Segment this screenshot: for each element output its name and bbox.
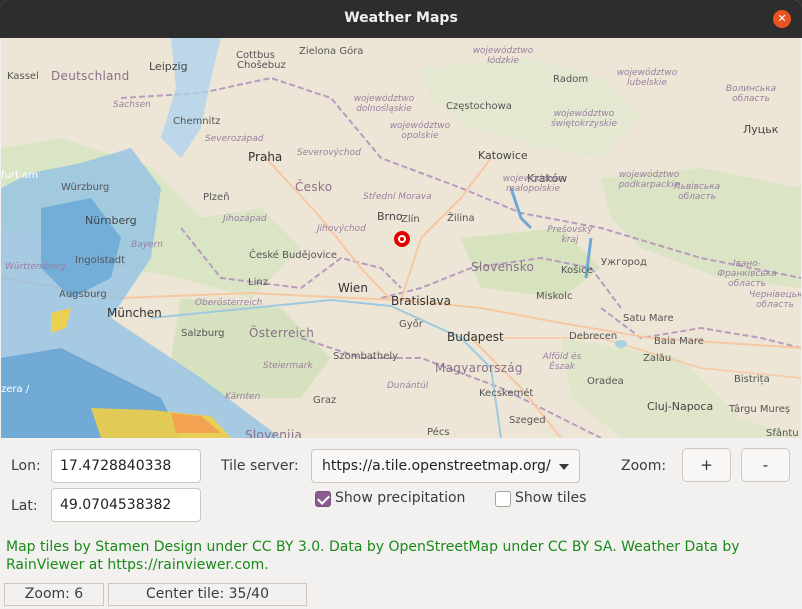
map-region-severovychod: Severovýchod [297,148,361,158]
map-label-brno: Brno [377,210,403,223]
map-region-presovsky: Prešovský kraj [547,225,593,245]
map-region-karnten: Kärnten [225,392,261,402]
map-label-osterreich: Österreich [249,326,315,340]
map-region-chernivtsi: Чернівецька область [749,290,801,310]
map-view[interactable]: Kassel Deutschland Leipzig Chemnitz Ziel… [1,38,801,438]
map-label-satu-mare: Satu Mare [623,313,674,324]
map-label-deutschland: Deutschland [51,69,130,83]
map-label-szombathely: Szombathely [333,351,399,362]
tile-server-label: Tile server: [221,458,299,474]
map-label-zilina: Žilina [447,213,475,224]
window-title: Weather Maps [344,10,458,26]
map-label-budapest: Budapest [447,330,504,344]
map-label-sfantu: Sfântu [766,428,799,438]
map-region-dunantul: Dunántúl [387,381,429,391]
map-label-uzhhorod: Ужгород [601,257,647,268]
lat-label: Lat: [11,498,38,514]
status-center-tile: Center tile: 35/40 [108,583,307,606]
map-label-gyor: Győr [399,319,423,330]
map-label-kosice: Košice [561,265,593,276]
map-region-volyn: Волинська область [725,84,777,104]
map-label-magyarorszag: Magyarország [435,361,523,375]
lon-label: Lon: [11,458,41,474]
map-label-praha: Praha [248,150,283,164]
tile-server-value: https://a.tile.openstreetmap.org/ [322,458,551,474]
map-label-nurnberg: Nürnberg [85,214,137,227]
map-region-jihozapad: Jihozápad [223,214,267,224]
map-region-severozapad: Severozápad [205,134,264,144]
map-region-malopolskie: województwo małopolskie [502,174,564,194]
map-label-salzburg: Salzburg [181,328,225,339]
show-tiles-label[interactable]: Show tiles [515,490,586,506]
tile-server-select[interactable]: https://a.tile.openstreetmap.org/ [311,449,580,483]
map-label-zielona-gora: Zielona Góra [299,46,364,57]
map-label-munchen: München [107,306,162,320]
map-label-ceske-budejovice: České Budějovice [249,250,338,261]
map-label-debrecen: Debrecen [569,331,618,342]
show-precipitation-checkbox[interactable] [315,491,331,507]
map-label-miskolc: Miskolc [536,291,573,302]
map-region-lodzkie: województwo łódzkie [472,46,534,66]
lon-input[interactable]: 17.4728840338 [51,449,201,483]
map-label-linz: Linz [248,277,268,288]
map-label-oradea: Oradea [587,376,624,387]
map-label-leipzig: Leipzig [149,60,188,73]
map-region-swietokrzyskie: województwo świętokrzyskie [550,109,618,129]
map-label-zalau: Zalău [643,353,672,364]
map-label-bratislava: Bratislava [391,294,451,308]
zoom-out-button[interactable]: - [741,448,790,482]
zoom-in-button[interactable]: + [682,448,731,482]
map-label-targu-mures: Târgu Mureș [729,404,791,415]
map-label-pecs: Pécs [427,427,450,438]
map-label-kassel: Kassel [7,71,39,82]
show-tiles-checkbox[interactable] [495,491,511,507]
map-region-steiermark: Steiermark [263,361,313,371]
map-region-wurttemberg: Württemberg [5,262,66,272]
map-label-chemnitz: Chemnitz [173,116,221,127]
map-label-lutsk: Луцьк [743,123,779,136]
map-label-baia-mare: Baia Mare [654,336,704,347]
map-region-alfold: Alföld és Észak [542,352,582,372]
map-region-opolskie: województwo opolskie [389,121,451,141]
map-label-furt-am: furt am [1,170,38,181]
location-marker [394,231,410,247]
map-label-slovenija: Slovenija [245,428,303,438]
status-zoom: Zoom: 6 [4,583,104,606]
map-label-zera: zera / [1,384,30,395]
show-precipitation-label[interactable]: Show precipitation [335,490,465,506]
map-label-czestochowa: Częstochowa [446,101,512,112]
map-label-katowice: Katowice [478,149,528,162]
map-region-lubelskie: województwo lubelskie [616,68,678,88]
map-region-ivano-frankivsk: Івано-Франківська область [717,259,777,289]
weather-maps-window: Weather Maps ✕ Kassel Deutschland Leipzi… [0,0,802,609]
title-bar: Weather Maps ✕ [0,0,802,38]
map-label-chosebuz: Chošebuz [237,60,286,71]
map-label-ingolstadt: Ingolstadt [75,255,126,266]
map-region-jihovychod: Jihovýchod [317,224,366,234]
map-region-dolnoslaskie: województwo dolnośląskie [353,94,415,114]
map-label-slovensko: Slovensko [471,260,535,274]
map-region-lviv: Львівська область [673,182,721,202]
map-label-augsburg: Augsburg [59,289,107,300]
map-label-kecskemet: Kecskemét [479,388,534,399]
map-label-cesko: Česko [295,180,333,194]
credits-text: Map tiles by Stamen Design under CC BY 3… [6,539,740,573]
close-icon[interactable]: ✕ [773,10,791,28]
map-region-oberosterreich: Oberösterreich [195,298,263,308]
map-label-graz: Graz [313,395,337,406]
map-label-plzen: Plzeň [203,192,230,203]
map-label-szeged: Szeged [509,415,546,426]
map-label-wurzburg: Würzburg [61,182,110,193]
chevron-down-icon [559,464,569,470]
map-label-bistrita: Bistrița [734,374,770,385]
map-label-zlin: Zlín [401,214,420,225]
map-region-sachsen: Sachsen [113,100,151,110]
map-label-wien: Wien [338,281,368,295]
zoom-label: Zoom: [621,458,667,474]
map-label-radom: Radom [553,74,589,85]
map-region-stredni-morava: Střední Morava [363,192,432,202]
map-region-bayern: Bayern [131,240,163,250]
lat-input[interactable]: 49.0704538382 [51,488,201,522]
map-label-cluj-napoca: Cluj-Napoca [647,400,714,413]
